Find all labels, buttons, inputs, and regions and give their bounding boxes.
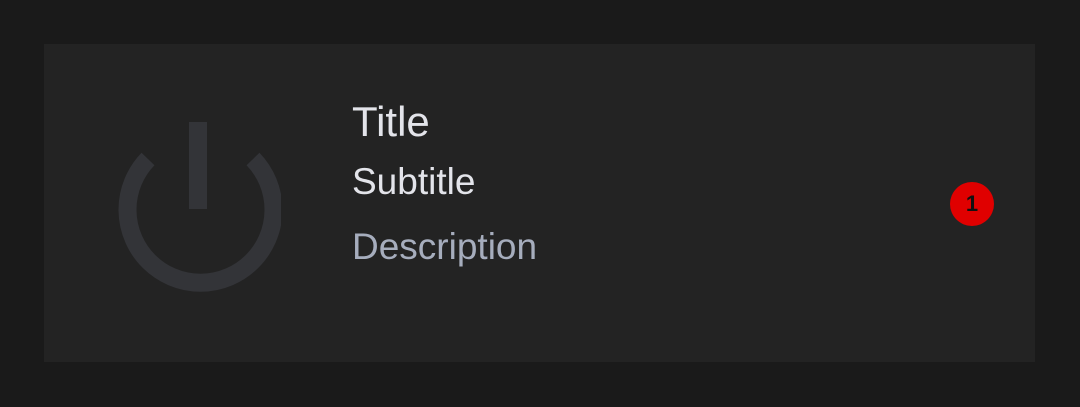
card-description: Description: [352, 226, 538, 267]
card-title: Title: [352, 98, 430, 145]
card-subtitle: Subtitle: [352, 161, 476, 202]
power-icon: [118, 122, 281, 292]
notification-badge: 1: [950, 182, 994, 226]
list-card[interactable]: Title Subtitle Description 1: [44, 44, 1035, 362]
